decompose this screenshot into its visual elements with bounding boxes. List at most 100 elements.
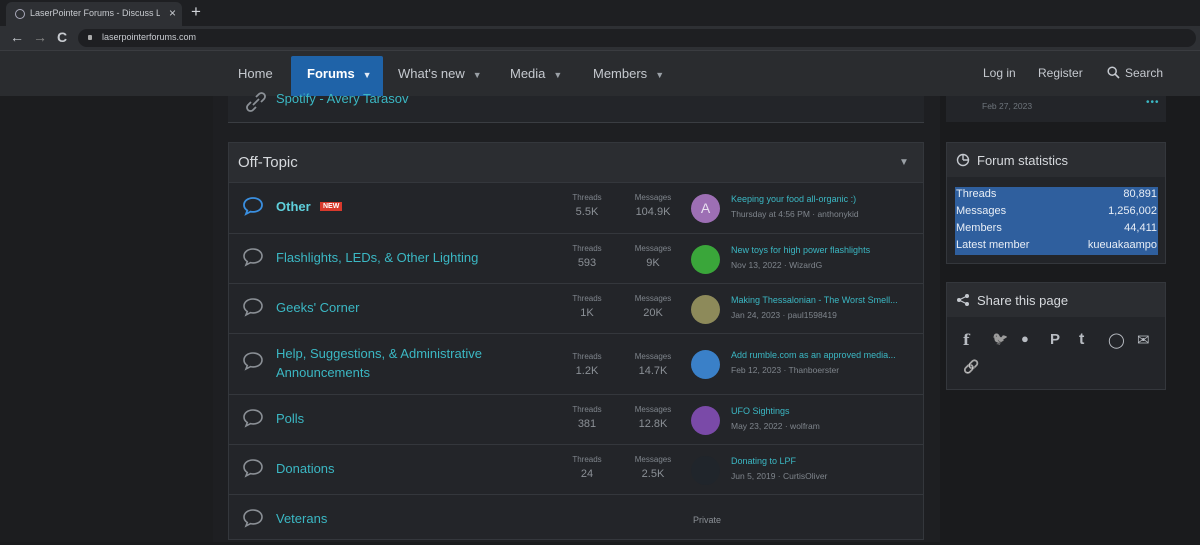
messages-stat: Messages 104.9K <box>623 193 683 218</box>
forum-node-row[interactable]: Polls Threads 381 Messages 12.8K UFO Sighting… <box>229 394 923 445</box>
messages-label: Messages <box>634 244 672 253</box>
share-header: Share this page <box>947 283 1165 317</box>
new-badge: NEW <box>320 202 343 211</box>
messages-count: 2.5K <box>641 468 665 480</box>
forum-node-title[interactable]: Polls <box>276 411 304 426</box>
last-post-title[interactable]: Making Thessalonian - The Worst Smell... <box>731 295 921 305</box>
chat-bubble-icon <box>242 297 264 322</box>
forum-node-row[interactable]: Veterans Private <box>229 494 923 545</box>
pinterest-icon[interactable]: P <box>1050 331 1060 348</box>
threads-count: 593 <box>577 257 597 269</box>
stat-row: Threads 80,891 <box>955 187 1158 204</box>
avatar[interactable] <box>691 245 720 274</box>
forum-node-row[interactable]: Other NEW Threads 5.5K Messages 104.9K A Keepin… <box>229 182 923 233</box>
url-input[interactable]: laserpointerforums.com <box>78 29 1196 47</box>
site-navigation: Home Forums ▼ What's new ▼ Media ▼ Members ▼… <box>0 51 1200 96</box>
search-label: Search <box>1125 66 1164 80</box>
chevron-down-icon[interactable]: ▼ <box>655 70 664 80</box>
last-post-title[interactable]: New toys for high power flashlights <box>731 245 921 255</box>
forum-node-title[interactable]: Geeks' Corner <box>276 300 359 315</box>
collapse-toggle[interactable]: ▼ <box>899 157 909 168</box>
forward-button[interactable]: → <box>33 29 47 45</box>
messages-count: 104.9K <box>635 206 671 218</box>
last-post: Add rumble.com as an approved media... Fe… <box>731 350 921 375</box>
avatar[interactable]: A <box>691 194 720 223</box>
reload-button[interactable]: C <box>57 29 67 45</box>
whatsapp-icon[interactable]: ◯ <box>1108 331 1125 349</box>
email-icon[interactable]: ✉ <box>1137 331 1150 349</box>
avatar[interactable] <box>691 456 720 485</box>
tab-close-button[interactable]: × <box>169 6 176 20</box>
avatar[interactable] <box>691 295 720 324</box>
address-bar-row: ← → C laserpointerforums.com <box>0 26 1200 51</box>
threads-count: 24 <box>580 468 594 480</box>
threads-stat: Threads 5.5K <box>557 193 617 218</box>
browser-tab-bar: LaserPointer Forums - Discuss L × + <box>0 0 1200 26</box>
forum-node-row[interactable]: Geeks' Corner Threads 1K Messages 20K Making … <box>229 283 923 334</box>
nav-forums-label: Forums <box>307 66 355 81</box>
avatar[interactable] <box>691 406 720 435</box>
last-post-meta: Feb 12, 2023 · Thanboerster <box>731 365 840 375</box>
threads-stat: Threads 381 <box>557 405 617 430</box>
last-post-title[interactable]: Keeping your food all-organic :) <box>731 194 921 204</box>
stat-row: Messages 1,256,002 <box>955 204 1158 221</box>
threads-stat: Threads 1K <box>557 294 617 319</box>
forum-node-title[interactable]: Other <box>276 199 311 214</box>
browser-tab[interactable]: LaserPointer Forums - Discuss L × <box>6 2 182 26</box>
last-post-title[interactable]: Add rumble.com as an approved media... <box>731 350 921 360</box>
forum-node-title[interactable]: Donations <box>276 461 335 476</box>
chevron-down-icon[interactable]: ▼ <box>363 70 372 80</box>
forum-node-title[interactable]: Veterans <box>276 511 327 526</box>
nav-media[interactable]: Media ▼ <box>510 51 562 96</box>
last-post-meta: Nov 13, 2022 · WizardG <box>731 260 823 270</box>
messages-label: Messages <box>634 455 672 464</box>
last-post-title[interactable]: Donating to LPF <box>731 456 921 466</box>
chevron-down-icon[interactable]: ▼ <box>473 70 482 80</box>
more-icon[interactable]: ••• <box>1146 97 1160 108</box>
chevron-down-icon[interactable]: ▼ <box>553 70 562 80</box>
register-link[interactable]: Register <box>1038 51 1083 96</box>
avatar[interactable] <box>691 350 720 379</box>
previous-node-title[interactable]: Spotify - Avery Tarasov <box>276 91 408 106</box>
stat-row: Members 44,411 <box>955 221 1158 238</box>
forum-node-row[interactable]: Help, Suggestions, & Administrative Anno… <box>229 333 923 395</box>
messages-stat: Messages 12.8K <box>623 405 683 430</box>
nav-whats-new[interactable]: What's new ▼ <box>398 51 482 96</box>
reddit-icon[interactable]: ● <box>1021 331 1029 346</box>
forum-node-row[interactable]: Flashlights, LEDs, & Other Lighting Threa… <box>229 233 923 284</box>
new-tab-button[interactable]: + <box>191 2 201 22</box>
twitter-icon[interactable]: 🐦 <box>992 331 1008 347</box>
last-post: Making Thessalonian - The Worst Smell...… <box>731 295 921 320</box>
forum-node-title[interactable]: Flashlights, LEDs, & Other Lighting <box>276 250 478 265</box>
threads-label: Threads <box>572 405 602 414</box>
link-icon[interactable]: 🔗 <box>963 359 979 375</box>
category-title[interactable]: Off-Topic <box>238 154 298 171</box>
nav-members[interactable]: Members ▼ <box>593 51 664 96</box>
forum-node-title[interactable]: Help, Suggestions, & Administrative Anno… <box>276 344 516 382</box>
messages-count: 14.7K <box>638 365 668 377</box>
messages-label: Messages <box>634 405 672 414</box>
tumblr-icon[interactable]: t <box>1079 331 1084 349</box>
stat-label: Messages <box>956 205 1007 217</box>
search-icon <box>1107 66 1120 79</box>
messages-label: Messages <box>634 294 672 303</box>
threads-label: Threads <box>572 294 602 303</box>
login-link[interactable]: Log in <box>983 51 1016 96</box>
last-post-title[interactable]: UFO Sightings <box>731 406 921 416</box>
last-post-meta: Jan 24, 2023 · paul1598419 <box>731 310 837 320</box>
facebook-icon[interactable]: f <box>963 331 969 349</box>
search-button[interactable]: Search <box>1107 51 1163 96</box>
last-post-meta: Thursday at 4:56 PM · anthonykid <box>731 209 859 219</box>
chat-bubble-icon <box>242 351 264 376</box>
forum-statistics-header: Forum statistics <box>947 143 1165 177</box>
threads-label: Threads <box>572 193 602 202</box>
stat-value: 44,411 <box>1124 222 1157 234</box>
forum-node-row[interactable]: Donations Threads 24 Messages 2.5K Donating t… <box>229 444 923 495</box>
threads-stat: Threads 24 <box>557 455 617 480</box>
nav-forums[interactable]: Forums ▼ <box>291 56 383 96</box>
previous-node-row[interactable]: Spotify - Avery Tarasov <box>228 91 924 123</box>
back-button[interactable]: ← <box>10 29 24 45</box>
messages-count: 20K <box>643 307 663 319</box>
stat-value[interactable]: kueuakaampo <box>1088 239 1157 251</box>
chat-bubble-icon <box>242 508 264 533</box>
